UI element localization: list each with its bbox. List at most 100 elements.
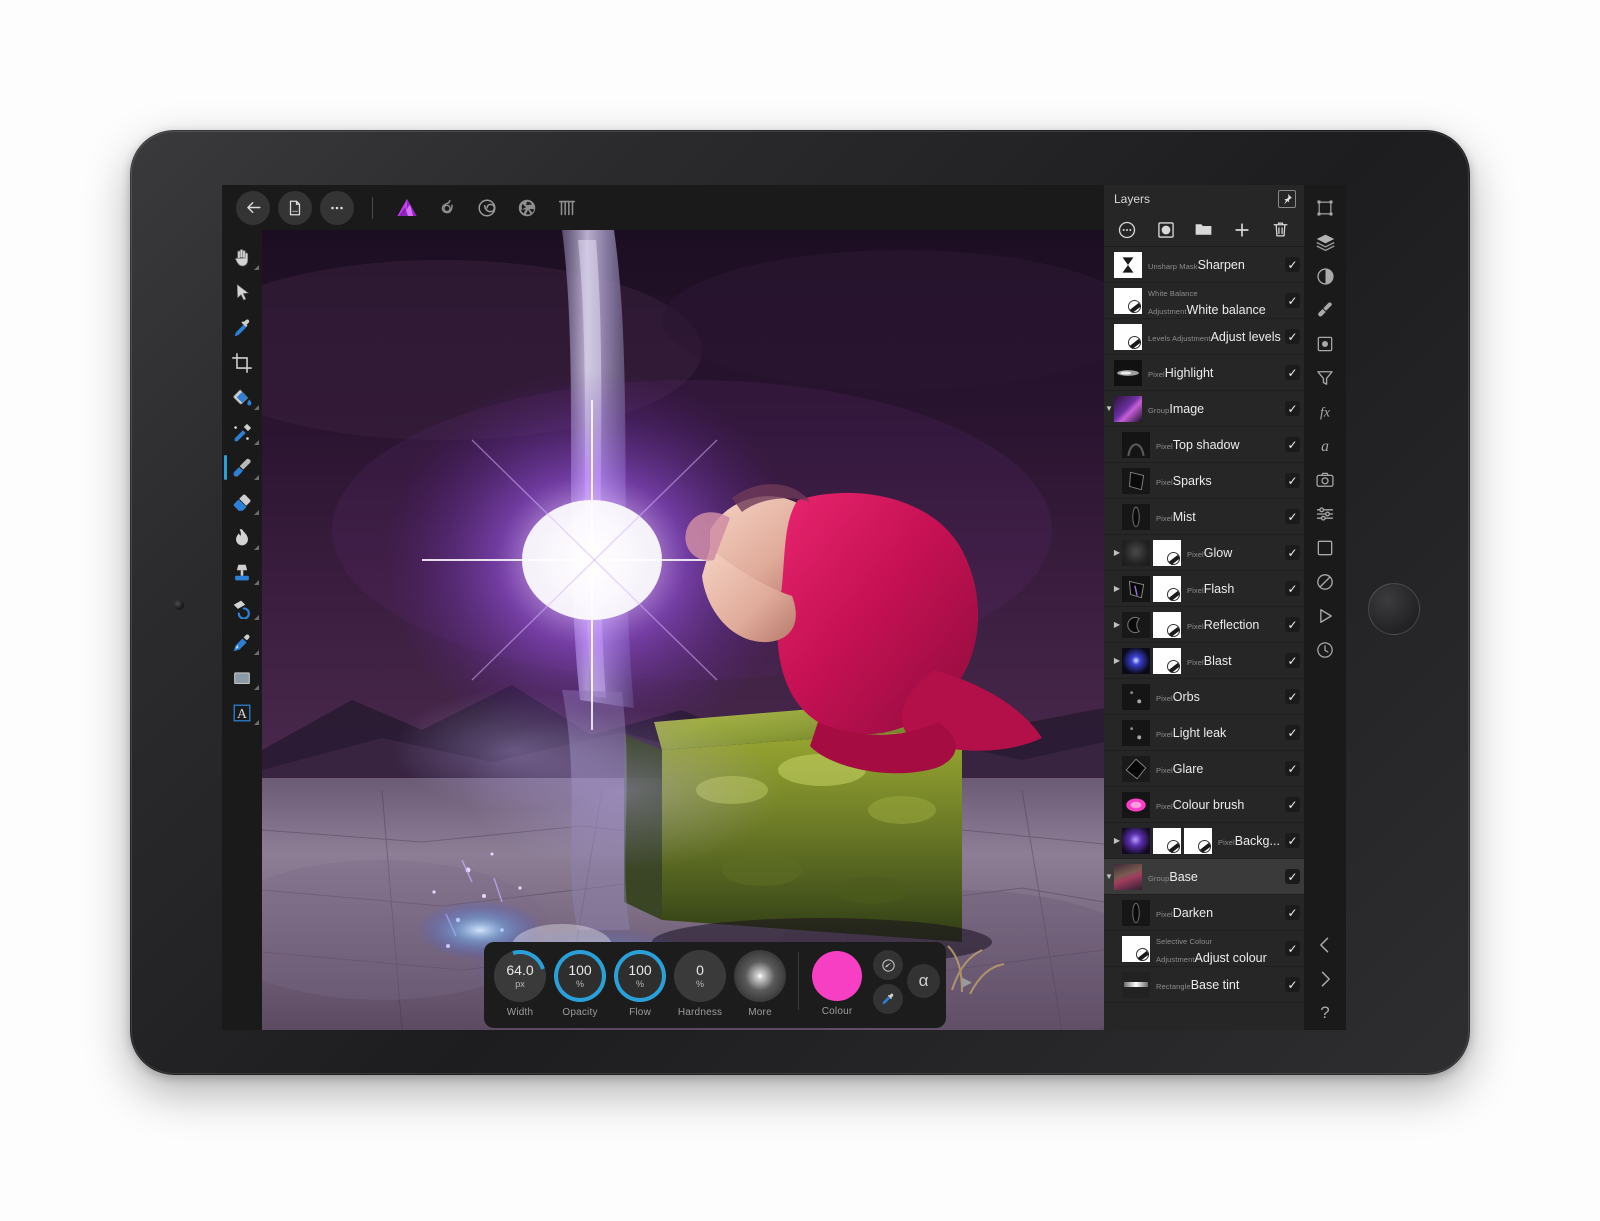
layer-options-button[interactable] (1112, 218, 1142, 242)
layer-row[interactable]: PixelOrbs ✓ (1104, 679, 1304, 715)
layer-row[interactable]: PixelTop shadow ✓ (1104, 427, 1304, 463)
layer-visibility-checkbox[interactable]: ✓ (1285, 437, 1300, 452)
layer-disclosure-icon[interactable]: ▼ (1104, 404, 1114, 413)
transform-panel-icon[interactable] (1304, 191, 1346, 225)
opacity-dial[interactable]: 100% (554, 950, 607, 1002)
layers-panel-icon[interactable] (1304, 225, 1346, 259)
document-button[interactable] (278, 190, 312, 225)
brush-hud[interactable]: 64.0 px Width 100% Opacity 100% Flow 0% Hardness… (484, 940, 946, 1028)
crop-tool[interactable] (222, 345, 262, 380)
text-panel-icon[interactable]: a (1304, 429, 1346, 463)
move-tool[interactable] (222, 275, 262, 310)
layer-row[interactable]: ▶ PixelFlash ✓ (1104, 571, 1304, 607)
layer-row[interactable]: Levels AdjustmentAdjust levels ✓ (1104, 319, 1304, 355)
add-layer-button[interactable] (1227, 218, 1257, 242)
eraser-tool[interactable] (222, 485, 262, 520)
layer-row[interactable]: ▶ PixelReflection ✓ (1104, 607, 1304, 643)
layer-disclosure-icon[interactable]: ▶ (1112, 584, 1122, 593)
layer-row[interactable]: PixelDarken ✓ (1104, 895, 1304, 931)
add-group-button[interactable] (1189, 218, 1219, 242)
colour-picker-tool[interactable] (222, 310, 262, 345)
layer-visibility-checkbox[interactable]: ✓ (1285, 581, 1300, 596)
layer-row[interactable]: ▼ GroupImage ✓ (1104, 391, 1304, 427)
layer-row[interactable]: PixelMist ✓ (1104, 499, 1304, 535)
layer-list[interactable]: Unsharp MaskSharpen ✓ White Balance Adjust… (1104, 247, 1304, 1030)
develop-persona-button[interactable] (469, 191, 505, 225)
brush-settings-button[interactable] (873, 950, 904, 980)
layer-visibility-checkbox[interactable]: ✓ (1285, 905, 1300, 920)
layer-visibility-checkbox[interactable]: ✓ (1285, 653, 1300, 668)
hardness-dial[interactable]: 0% (674, 950, 727, 1002)
layer-row[interactable]: ▶ PixelGlow ✓ (1104, 535, 1304, 571)
layer-visibility-checkbox[interactable]: ✓ (1285, 545, 1300, 560)
redo-button[interactable] (1304, 962, 1346, 996)
layer-row[interactable]: PixelSparks ✓ (1104, 463, 1304, 499)
layer-visibility-checkbox[interactable]: ✓ (1285, 941, 1300, 956)
layer-visibility-checkbox[interactable]: ✓ (1285, 365, 1300, 380)
colour-picker-button[interactable] (873, 984, 904, 1014)
shape-tool[interactable] (222, 660, 262, 695)
hand-tool[interactable] (222, 240, 262, 275)
layer-row[interactable]: PixelGlare ✓ (1104, 751, 1304, 787)
shapes-panel-icon[interactable] (1304, 531, 1346, 565)
pin-panel-button[interactable] (1278, 190, 1296, 208)
layer-row[interactable]: PixelColour brush ✓ (1104, 787, 1304, 823)
layer-visibility-checkbox[interactable]: ✓ (1285, 725, 1300, 740)
layer-visibility-checkbox[interactable]: ✓ (1285, 329, 1300, 344)
smudge-tool[interactable] (222, 520, 262, 555)
layer-visibility-checkbox[interactable]: ✓ (1285, 473, 1300, 488)
effects-panel-icon[interactable] (1304, 327, 1346, 361)
paint-brush-tool[interactable] (222, 450, 262, 485)
width-dial[interactable]: 64.0 px (484, 940, 556, 1012)
layer-visibility-checkbox[interactable]: ✓ (1285, 761, 1300, 776)
layer-row[interactable]: ▶ PixelBackg... ✓ (1104, 823, 1304, 859)
layer-row[interactable]: Unsharp MaskSharpen ✓ (1104, 247, 1304, 283)
liquify-persona-button[interactable] (429, 191, 465, 225)
layer-visibility-checkbox[interactable]: ✓ (1285, 617, 1300, 632)
more-dial[interactable] (734, 950, 787, 1002)
layer-disclosure-icon[interactable]: ▼ (1104, 872, 1114, 881)
fx-panel-icon[interactable]: fx (1304, 395, 1346, 429)
layer-visibility-checkbox[interactable]: ✓ (1285, 293, 1300, 308)
add-mask-button[interactable] (1151, 218, 1181, 242)
clone-tool[interactable] (222, 555, 262, 590)
selection-brush-tool[interactable] (222, 415, 262, 450)
blend-panel-icon[interactable] (1304, 565, 1346, 599)
layer-row[interactable]: PixelLight leak ✓ (1104, 715, 1304, 751)
sliders-panel-icon[interactable] (1304, 497, 1346, 531)
colour-swatch[interactable] (812, 951, 863, 1001)
layer-visibility-checkbox[interactable]: ✓ (1285, 401, 1300, 416)
alpha-button[interactable]: α (907, 964, 940, 998)
export-persona-button[interactable] (549, 191, 585, 225)
export-panel-icon[interactable] (1304, 599, 1346, 633)
layer-row[interactable]: ▶ PixelBlast ✓ (1104, 643, 1304, 679)
layer-visibility-checkbox[interactable]: ✓ (1285, 977, 1300, 992)
layer-row[interactable]: White Balance AdjustmentWhite balance ✓ (1104, 283, 1304, 319)
flow-dial[interactable]: 100% (614, 950, 667, 1002)
layer-visibility-checkbox[interactable]: ✓ (1285, 257, 1300, 272)
history-panel-icon[interactable] (1304, 633, 1346, 667)
home-button[interactable] (1368, 583, 1420, 635)
pen-tool[interactable] (222, 625, 262, 660)
camera-panel-icon[interactable] (1304, 463, 1346, 497)
filters-panel-icon[interactable] (1304, 361, 1346, 395)
layer-row[interactable]: Selective Colour AdjustmentAdjust colour… (1104, 931, 1304, 967)
brushes-panel-icon[interactable] (1304, 293, 1346, 327)
delete-layer-button[interactable] (1266, 218, 1296, 242)
undo-button[interactable] (1304, 928, 1346, 962)
tone-mapping-persona-button[interactable] (509, 191, 545, 225)
layer-visibility-checkbox[interactable]: ✓ (1285, 869, 1300, 884)
photo-persona-button[interactable] (389, 191, 425, 225)
layer-visibility-checkbox[interactable]: ✓ (1285, 509, 1300, 524)
layer-disclosure-icon[interactable]: ▶ (1112, 836, 1122, 845)
text-tool[interactable]: A (222, 695, 262, 730)
layer-visibility-checkbox[interactable]: ✓ (1285, 833, 1300, 848)
undo-brush-tool[interactable] (222, 590, 262, 625)
flood-fill-tool[interactable] (222, 380, 262, 415)
layer-row[interactable]: RectangleBase tint ✓ (1104, 967, 1304, 1003)
layer-row[interactable]: ▼ GroupBase ✓ (1104, 859, 1304, 895)
layer-disclosure-icon[interactable]: ▶ (1112, 548, 1122, 557)
canvas-area[interactable]: 64.0 px Width 100% Opacity 100% Flow 0% Hardness… (262, 230, 1104, 1030)
layer-row[interactable]: PixelHighlight ✓ (1104, 355, 1304, 391)
expand-hud-button[interactable]: ▶ (962, 974, 972, 990)
